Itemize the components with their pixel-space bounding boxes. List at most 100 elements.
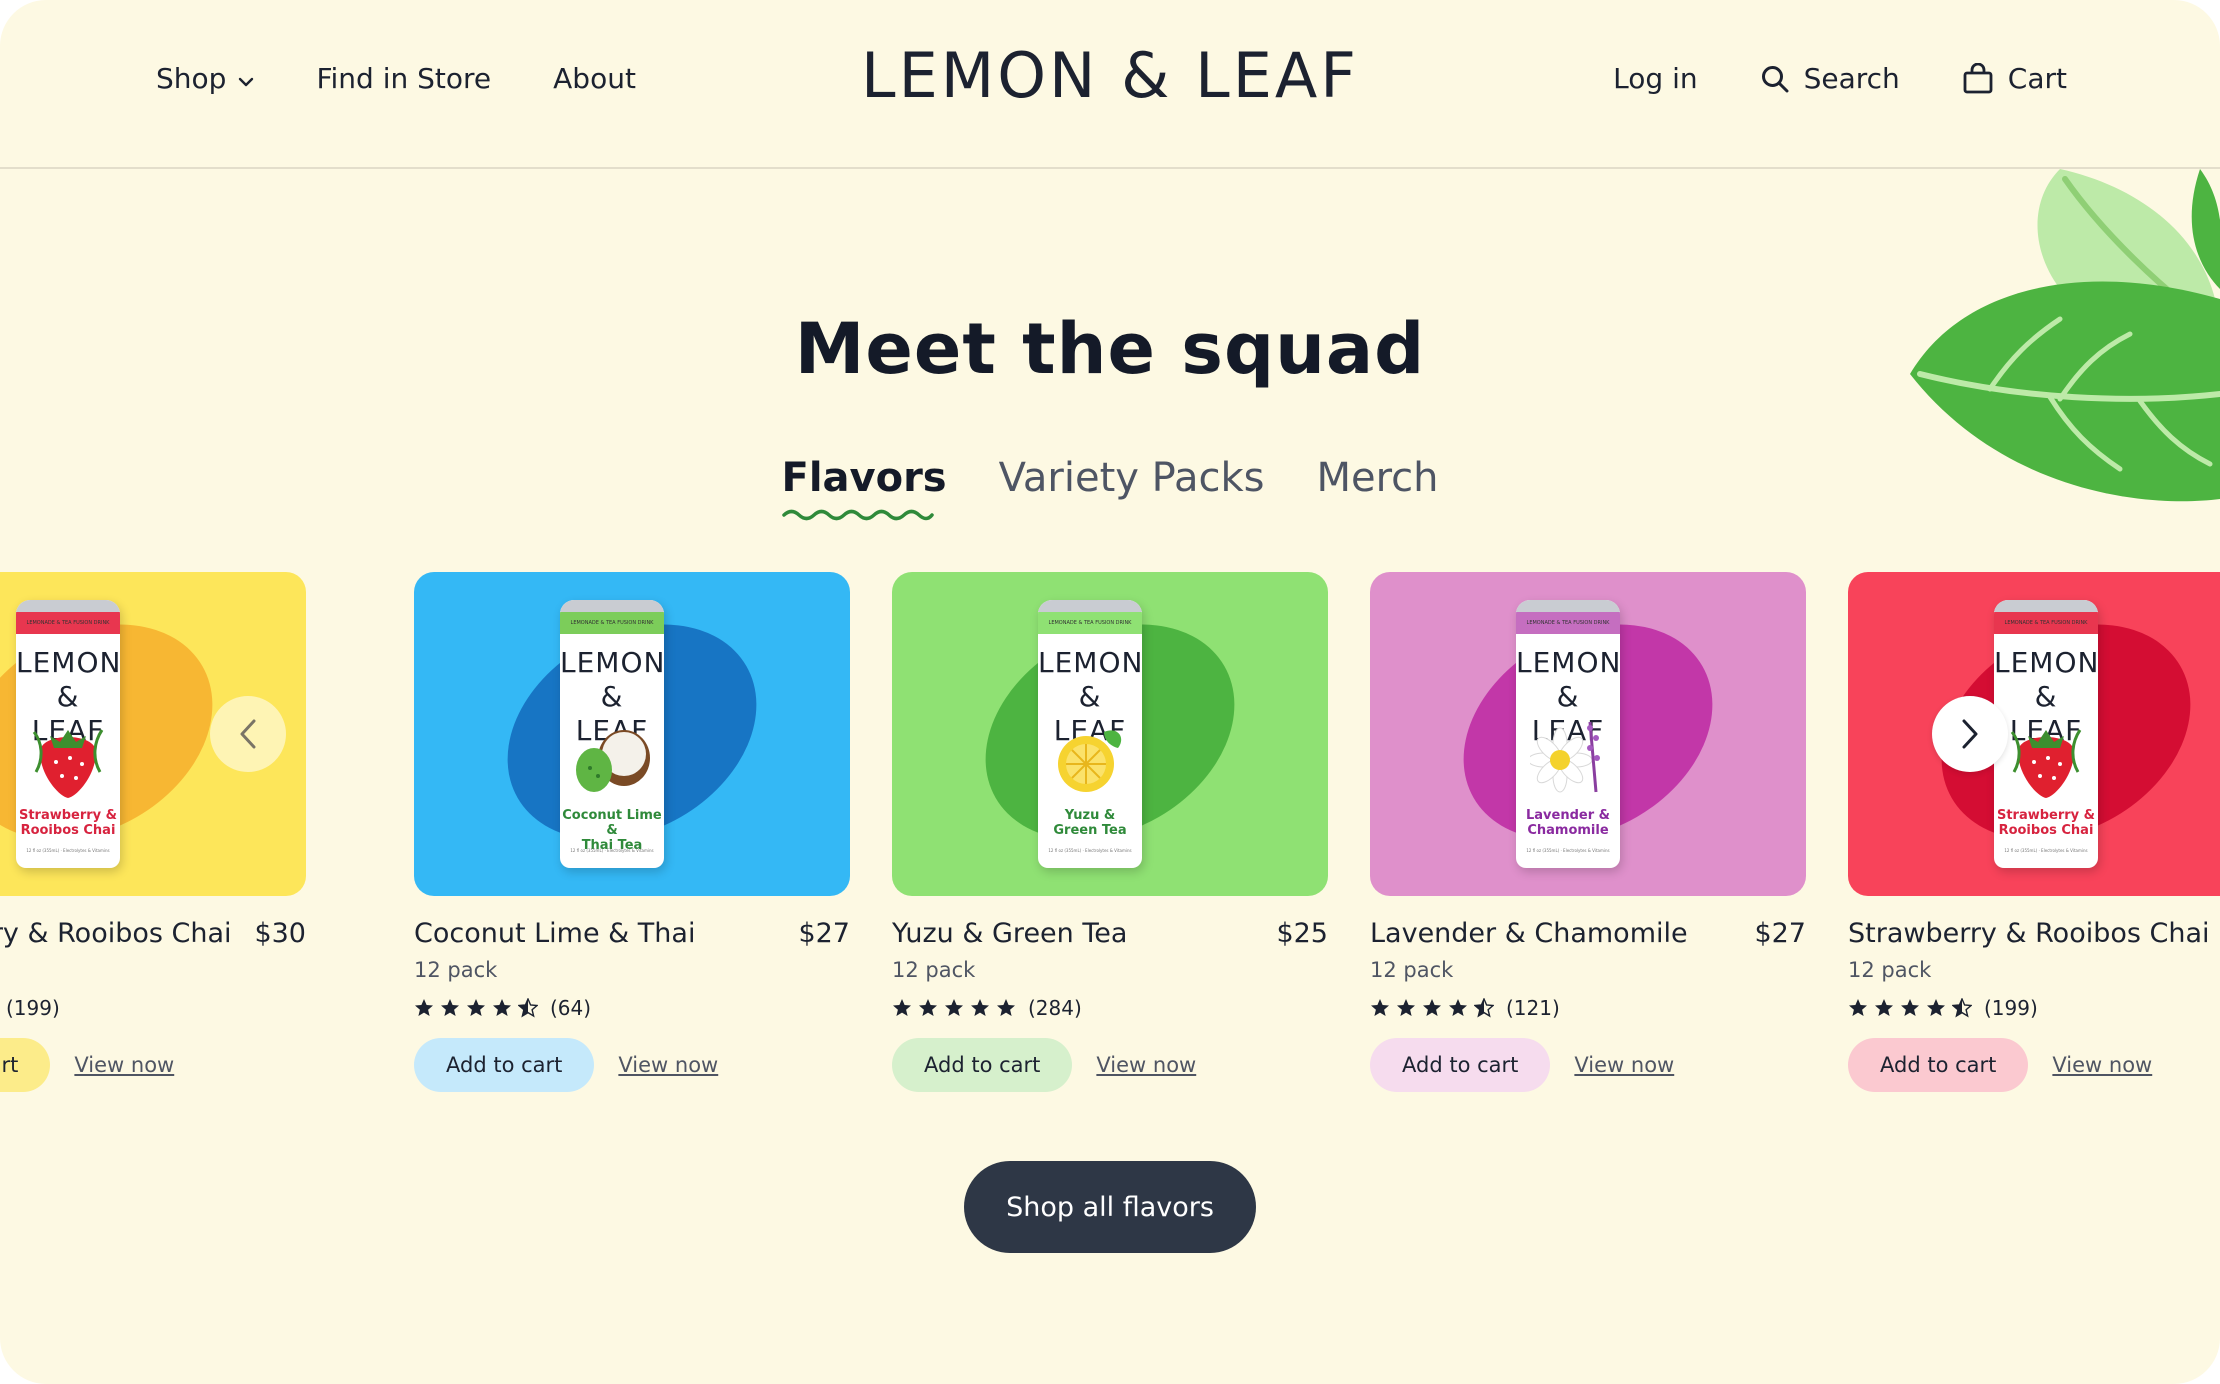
star-full-icon — [1927, 999, 1945, 1016]
carousel-prev-button[interactable] — [210, 696, 286, 772]
product-rating: (199) — [0, 996, 306, 1020]
section-title: Meet the squad — [794, 308, 1426, 390]
product-title-row: Strawberry & Rooibos Chai — [1848, 918, 2220, 952]
can-flavor-name: Strawberry & Rooibos Chai — [16, 808, 120, 838]
primary-nav: Shop Find in Store About — [156, 62, 636, 95]
can-fine-print: 12 fl oz (355mL) · Electrolytes & Vitami… — [570, 848, 654, 853]
add-to-cart-button[interactable]: Add to cart — [892, 1038, 1073, 1092]
product-rating: (64) — [414, 996, 850, 1020]
can-fine-print: 12 fl oz (355mL) · Electrolytes & Vitami… — [1048, 848, 1132, 853]
add-to-cart-button[interactable]: Add to cart — [414, 1038, 595, 1092]
can-flavor-line2: Rooibos Chai — [20, 823, 116, 838]
product-pack-size: 12 pack — [1848, 958, 1932, 982]
yuzu-icon — [1052, 712, 1128, 806]
product-name[interactable]: Strawberry & Rooibos Chai — [1848, 918, 2210, 949]
product-name[interactable]: Coconut Lime & Thai — [414, 918, 695, 949]
shop-all-flavors-button[interactable]: Shop all flavors — [964, 1161, 1256, 1253]
star-full-icon — [919, 999, 937, 1016]
nav-about-label: About — [553, 62, 636, 95]
product-title-row: Lavender & Chamomile $27 — [1370, 918, 1806, 952]
can-logo-line1: LEMON — [16, 646, 120, 679]
search-button[interactable]: Search — [1760, 62, 1900, 95]
login-link[interactable]: Log in — [1613, 62, 1697, 95]
site-header: Shop Find in Store About LEMON & LEAF Lo… — [0, 0, 2220, 169]
tab-merch[interactable]: Merch — [1316, 455, 1438, 501]
tab-variety-packs-label: Variety Packs — [998, 455, 1265, 501]
product-carousel: LEMONADE & TEA FUSION DRINKLEMON& LEAFSt… — [0, 572, 2220, 1112]
product-title-row: Yuzu & Green Tea $25 — [892, 918, 1328, 952]
product-name[interactable]: Strawberry & Rooibos Chai — [0, 918, 232, 949]
product-price: $27 — [1754, 918, 1806, 949]
add-to-cart-button[interactable]: Add to cart — [0, 1038, 51, 1092]
can-band: LEMONADE & TEA FUSION DRINK — [1038, 612, 1142, 634]
add-to-cart-button[interactable]: Add to cart — [1848, 1038, 2029, 1092]
product-name[interactable]: Lavender & Chamomile — [1370, 918, 1688, 949]
strawberry-icon — [30, 712, 106, 806]
can-flavor-line2: Green Tea — [1053, 823, 1127, 838]
product-actions: Add to cart View now — [414, 1038, 850, 1092]
review-count: (121) — [1506, 996, 1560, 1020]
view-now-link[interactable]: View now — [2052, 1053, 2152, 1077]
star-full-icon — [971, 999, 989, 1016]
can-fine-print: 12 fl oz (355mL) · Electrolytes & Vitami… — [2004, 848, 2088, 853]
product-image[interactable]: LEMONADE & TEA FUSION DRINK LEMON & LEAF Co… — [414, 572, 850, 896]
can-logo-line1: LEMON — [1516, 646, 1620, 679]
product-title-row: Strawberry & Rooibos Chai $30 — [0, 918, 306, 952]
can-band: LEMONADE & TEA FUSION DRINK — [16, 612, 120, 634]
tab-variety-packs[interactable]: Variety Packs — [999, 455, 1265, 501]
star-full-icon — [1397, 999, 1415, 1016]
view-now-link[interactable]: View now — [1574, 1053, 1674, 1077]
product-pack-size: 12 pack — [0, 958, 306, 984]
strawberry-icon — [2008, 712, 2084, 806]
add-to-cart-button[interactable]: Add to cart — [1370, 1038, 1551, 1092]
tab-flavors-label: Flavors — [781, 455, 947, 501]
product-actions: Add to cart View now — [1370, 1038, 1806, 1092]
can-lid — [1038, 600, 1142, 612]
star-full-icon — [1849, 999, 1867, 1016]
product-card: LEMONADE & TEA FUSION DRINK LEMON & LEAF Co… — [414, 572, 850, 1092]
product-image[interactable]: LEMONADE & TEA FUSION DRINK LEMON & LEAF Yu… — [892, 572, 1328, 896]
star-full-icon — [441, 999, 459, 1016]
review-count: (199) — [1984, 996, 2038, 1020]
star-half-icon — [1952, 998, 1972, 1018]
chevron-left-icon — [240, 719, 256, 749]
can-band: LEMONADE & TEA FUSION DRINK — [1516, 612, 1620, 634]
nav-find-in-store[interactable]: Find in Store — [316, 62, 491, 95]
nav-find-in-store-label: Find in Store — [316, 62, 492, 95]
nav-shop[interactable]: Shop — [156, 62, 254, 95]
view-now-link[interactable]: View now — [74, 1053, 174, 1077]
star-full-icon — [997, 999, 1015, 1016]
tab-merch-label: Merch — [1316, 455, 1439, 501]
star-full-icon — [1371, 999, 1389, 1016]
shopping-bag-icon — [1962, 62, 1994, 95]
product-can: LEMONADE & TEA FUSION DRINK LEMON & LEAF Yu… — [1038, 600, 1142, 868]
product-pack-size: 12 pack — [1370, 958, 1454, 982]
product-image[interactable]: LEMONADE & TEA FUSION DRINK LEMON & LEAF La… — [1370, 572, 1806, 896]
view-now-link[interactable]: View now — [618, 1053, 718, 1077]
site-logo[interactable]: LEMON & LEAF — [861, 30, 1356, 120]
chamomile-icon — [1527, 712, 1606, 806]
utility-nav: Log in Search Cart — [1613, 62, 2067, 95]
product-pack-size: 12 pack — [892, 958, 976, 982]
can-flavor-line1: Coconut Lime & — [562, 808, 662, 838]
star-full-icon — [893, 999, 911, 1016]
login-label: Log in — [1613, 62, 1698, 95]
nav-shop-label: Shop — [156, 62, 227, 95]
review-count: (199) — [6, 996, 60, 1020]
view-now-link[interactable]: View now — [1096, 1053, 1196, 1077]
chevron-down-icon — [239, 77, 254, 86]
tab-flavors[interactable]: Flavors — [781, 455, 947, 521]
product-can: LEMONADE & TEA FUSION DRINK LEMON & LEAF La… — [1516, 600, 1620, 868]
search-label: Search — [1803, 62, 1900, 95]
logo-text: LEMON & LEAF — [861, 38, 1359, 112]
category-tabs: Flavors Variety Packs Merch — [0, 455, 2220, 521]
carousel-next-button[interactable] — [1932, 696, 2008, 772]
star-full-icon — [415, 999, 433, 1016]
can-band: LEMONADE & TEA FUSION DRINK — [1994, 612, 2098, 634]
product-image[interactable]: LEMONADE & TEA FUSION DRINKLEMON& LEAFSt… — [1848, 572, 2220, 896]
product-name[interactable]: Yuzu & Green Tea — [892, 918, 1127, 949]
can-fine-print: 12 fl oz (355mL) · Electrolytes & Vitami… — [1526, 848, 1610, 853]
cart-button[interactable]: Cart — [1962, 62, 2067, 95]
product-can: LEMONADE & TEA FUSION DRINKLEMON& LEAFSt… — [1994, 600, 2098, 868]
nav-about[interactable]: About — [553, 62, 636, 95]
